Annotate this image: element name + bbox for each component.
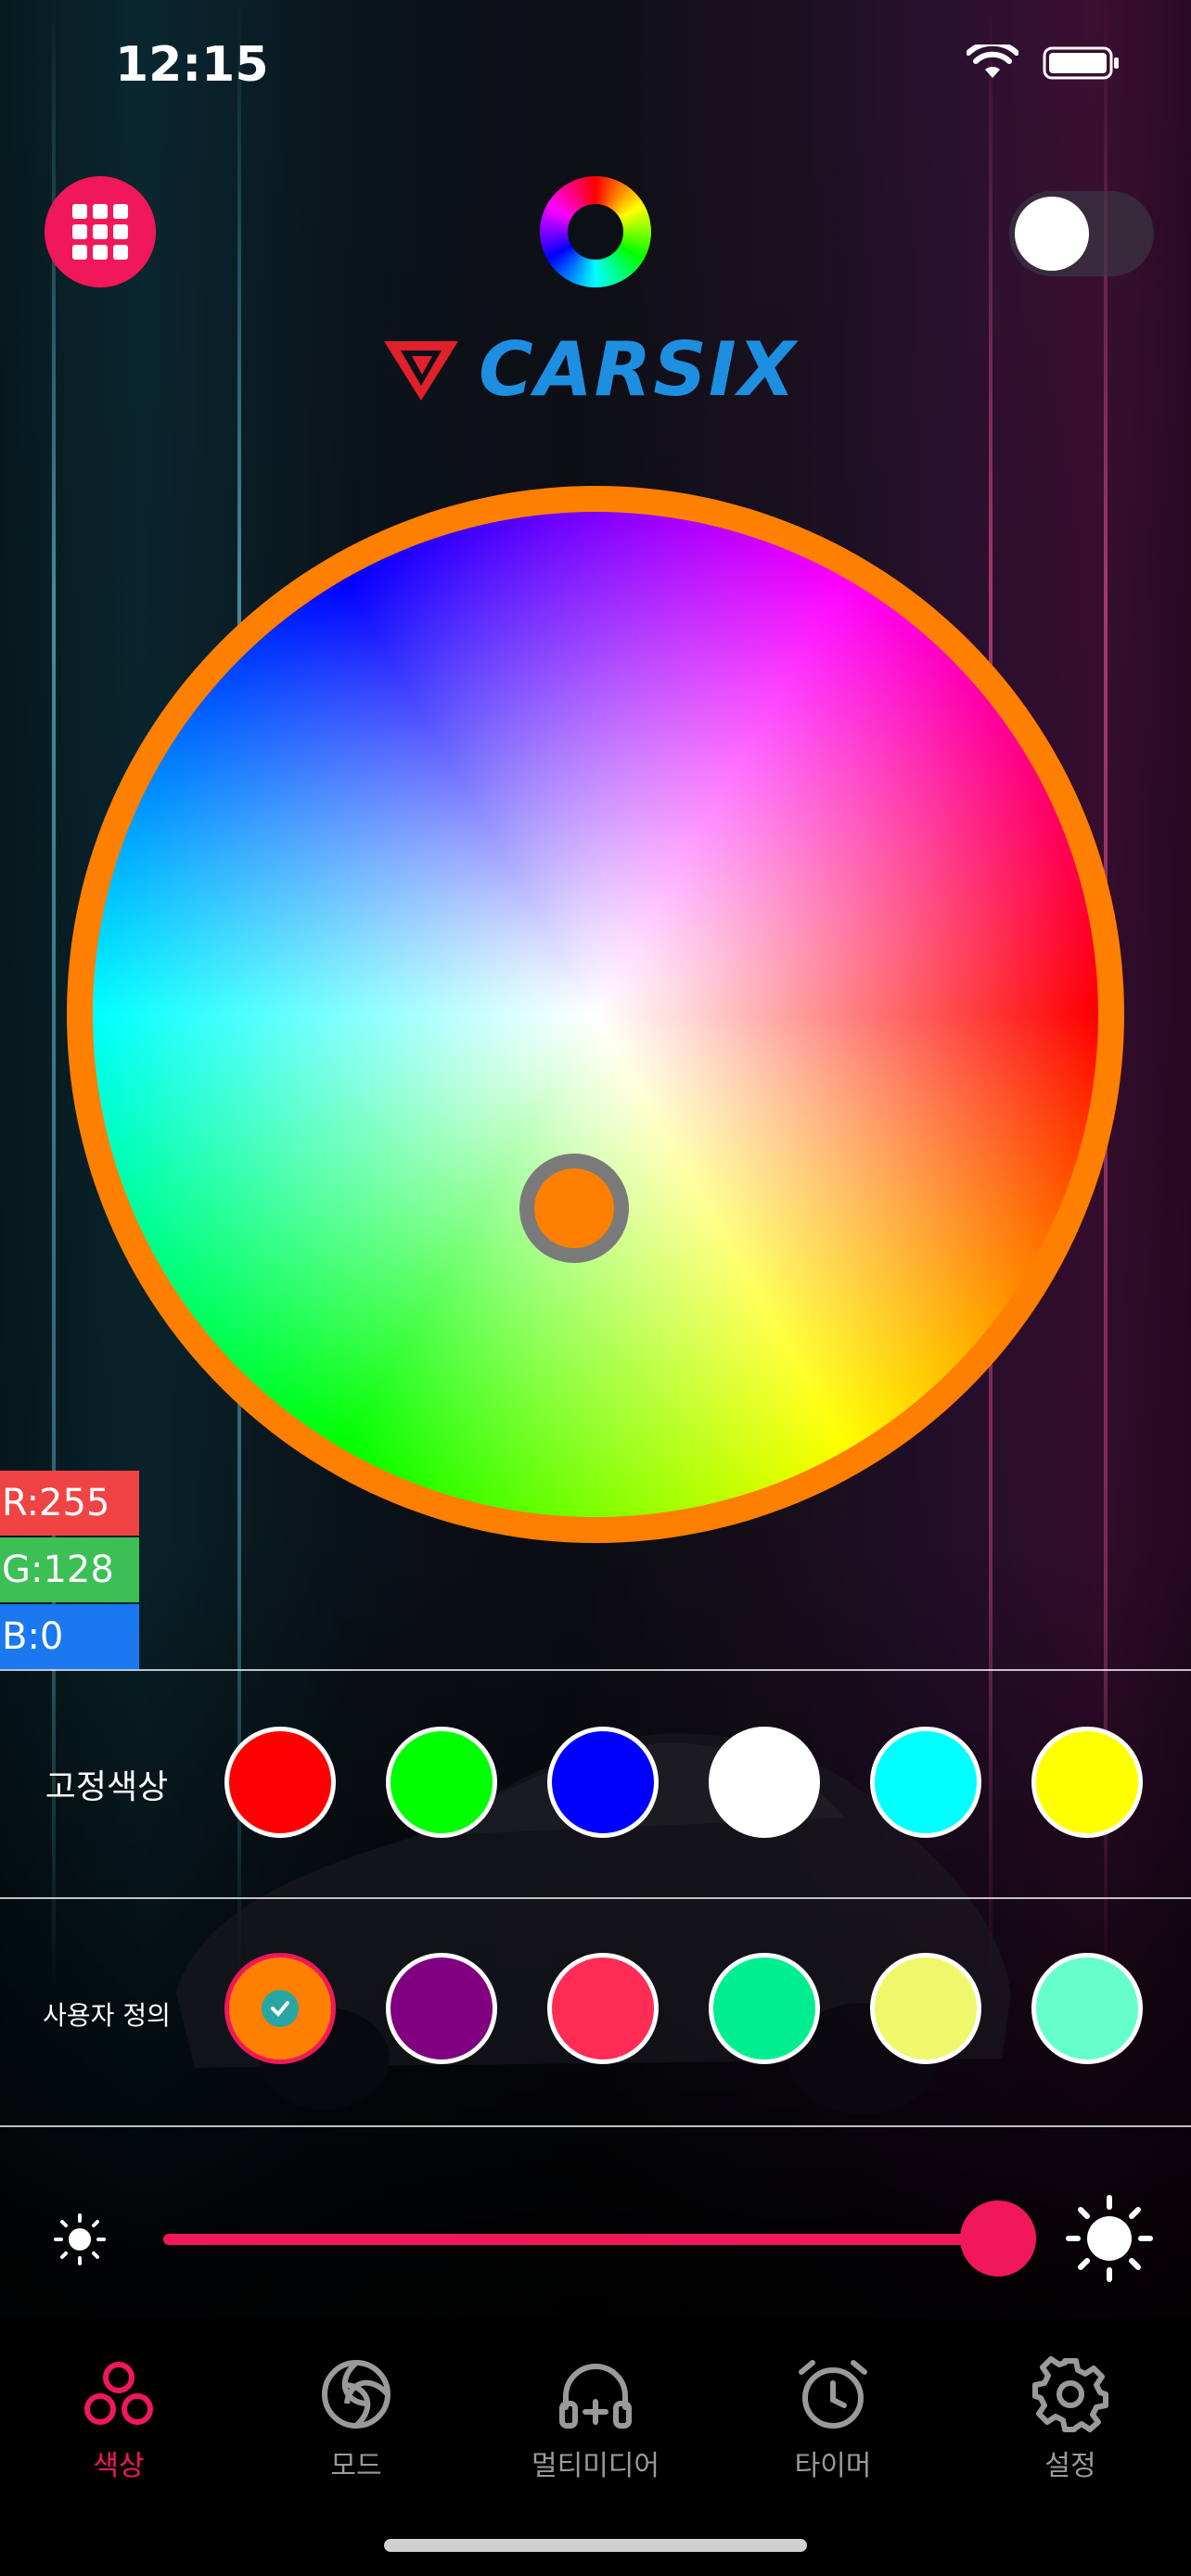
tab-mode-label: 모드 [330, 2450, 382, 2482]
check-icon [271, 2001, 289, 2017]
custom-color-swatch[interactable] [547, 1953, 659, 2064]
brightness-high-icon [1066, 2195, 1153, 2282]
brightness-slider[interactable] [163, 2234, 998, 2245]
status-icons [967, 45, 1121, 82]
tab-settings[interactable]: 설정 [968, 2355, 1172, 2483]
grid-icon [72, 204, 128, 260]
tab-color[interactable]: 색상 [17, 2355, 221, 2483]
custom-color-swatch[interactable] [1031, 1953, 1143, 2064]
timer-alarm-icon [799, 2360, 867, 2429]
power-toggle-knob [1015, 197, 1089, 271]
tab-timer[interactable]: 타이머 [731, 2355, 935, 2483]
brightness-slider-knob[interactable] [960, 2200, 1036, 2276]
power-toggle[interactable] [1009, 191, 1154, 276]
tab-multimedia-label: 멀티미디어 [531, 2450, 660, 2482]
fixed-color-swatch[interactable] [709, 1727, 820, 1838]
divider [0, 2125, 1191, 2127]
fixed-color-swatch[interactable] [386, 1727, 497, 1838]
wifi-icon [967, 45, 1018, 78]
brightness-low-icon [54, 2213, 106, 2265]
red-value: R:255 [0, 1471, 139, 1536]
tab-settings-label: 설정 [1044, 2450, 1096, 2482]
custom-colors-label: 사용자 정의 [43, 2000, 171, 2031]
custom-color-swatch[interactable] [386, 1953, 497, 2064]
divider [0, 1669, 1191, 1671]
tab-mode[interactable]: 모드 [254, 2355, 458, 2483]
light-beam [52, 0, 56, 1994]
status-time: 12:15 [115, 37, 269, 93]
green-value: G:128 [0, 1537, 139, 1602]
fixed-color-swatch[interactable] [224, 1727, 336, 1838]
color-ring-icon[interactable] [540, 176, 651, 287]
logo-text: CARSIX [479, 326, 798, 413]
color-wheel-saturation [93, 512, 1098, 1517]
selected-check-icon [262, 1990, 299, 2027]
settings-gear-icon [1032, 2356, 1108, 2432]
fixed-color-swatch[interactable] [547, 1727, 659, 1838]
carsix-logo-icon [384, 340, 458, 401]
home-indicator[interactable] [384, 2539, 807, 2552]
tab-color-label: 색상 [93, 2450, 145, 2482]
color-circles-icon [84, 2362, 153, 2425]
color-wheel[interactable] [67, 486, 1124, 1543]
brand-logo: CARSIX [384, 326, 797, 413]
tab-multimedia[interactable]: 멀티미디어 [493, 2355, 698, 2483]
blue-value: B:0 [0, 1604, 139, 1669]
custom-color-swatch[interactable] [870, 1953, 981, 2064]
fixed-color-swatch[interactable] [870, 1727, 981, 1838]
menu-grid-button[interactable] [45, 176, 156, 287]
multimedia-headphones-icon [559, 2364, 632, 2429]
battery-icon [1043, 46, 1119, 80]
custom-color-swatch[interactable] [709, 1953, 820, 2064]
mode-swirl-icon [322, 2360, 391, 2429]
fixed-color-swatch[interactable] [1031, 1727, 1143, 1838]
tab-timer-label: 타이머 [794, 2450, 872, 2482]
divider [0, 1897, 1191, 1899]
custom-color-swatch[interactable] [224, 1953, 336, 2064]
fixed-colors-label: 고정색상 [45, 1768, 169, 1806]
color-picker-handle[interactable] [519, 1154, 629, 1263]
